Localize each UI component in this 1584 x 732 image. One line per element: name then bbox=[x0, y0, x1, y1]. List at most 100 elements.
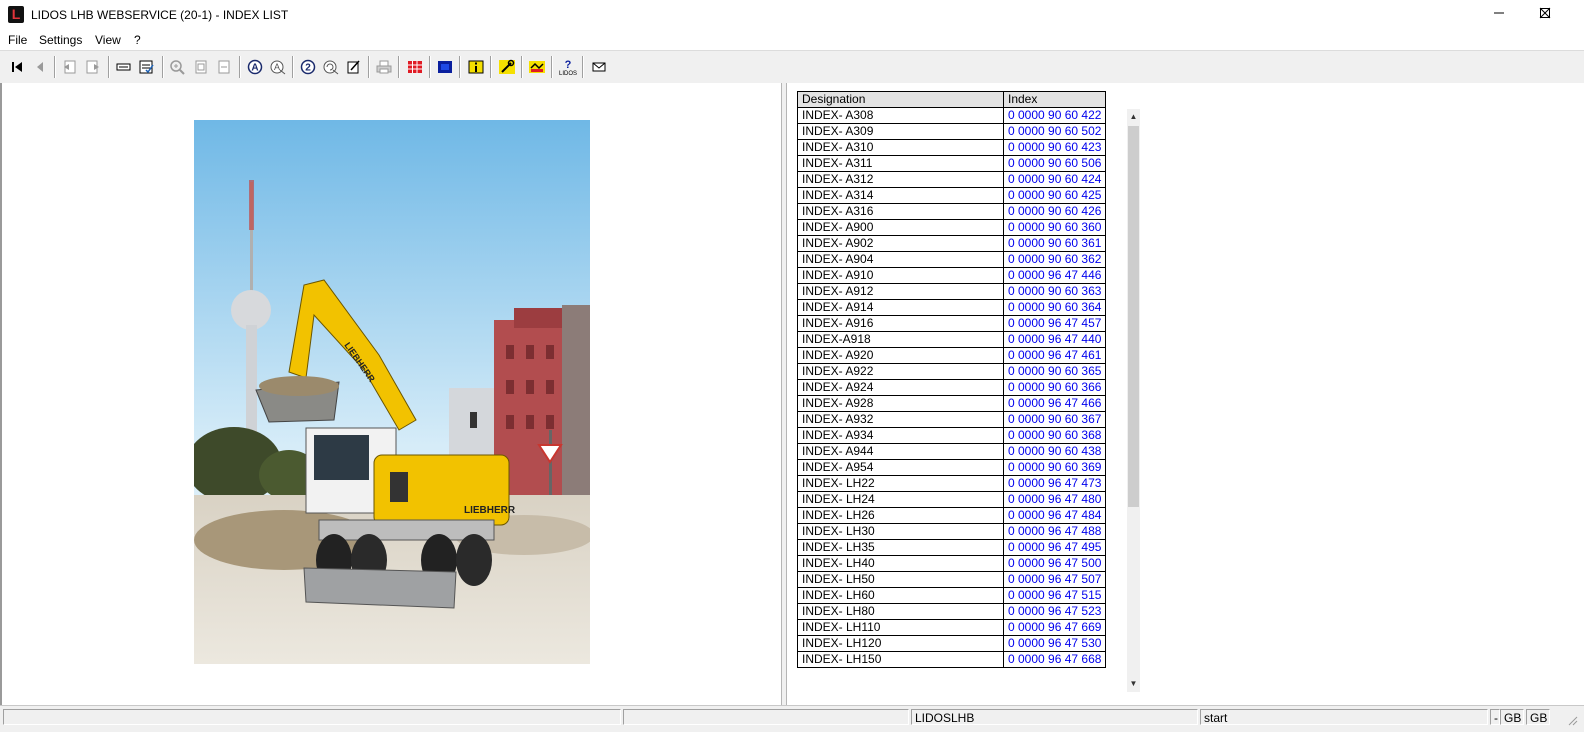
index-link[interactable]: 0 0000 96 47 523 bbox=[1002, 603, 1107, 620]
table-row[interactable]: INDEX- LH40 0 0000 96 47 500 bbox=[797, 555, 1107, 572]
index-link[interactable]: 0 0000 90 60 362 bbox=[1002, 251, 1107, 268]
index-link[interactable]: 0 0000 96 47 500 bbox=[1002, 555, 1107, 572]
index-link[interactable]: 0 0000 90 60 365 bbox=[1002, 363, 1107, 380]
index-link[interactable]: 0 0000 96 47 668 bbox=[1002, 651, 1107, 668]
annotation-off-button[interactable]: A bbox=[267, 56, 289, 78]
index-column-header[interactable]: Index bbox=[1002, 91, 1107, 108]
index-link[interactable]: 0 0000 96 47 495 bbox=[1002, 539, 1107, 556]
table-row[interactable]: INDEX- A912 0 0000 90 60 363 bbox=[797, 283, 1107, 300]
checklist-button[interactable] bbox=[136, 56, 158, 78]
index-link[interactable]: 0 0000 90 60 368 bbox=[1002, 427, 1107, 444]
annotation-button[interactable]: A bbox=[244, 56, 266, 78]
search-refresh-button[interactable] bbox=[320, 56, 342, 78]
table-row[interactable]: INDEX- LH60 0 0000 96 47 515 bbox=[797, 587, 1107, 604]
table-row[interactable]: INDEX- LH150 0 0000 96 47 668 bbox=[797, 651, 1107, 668]
page-width-button[interactable] bbox=[213, 56, 235, 78]
table-row[interactable]: INDEX- LH80 0 0000 96 47 523 bbox=[797, 603, 1107, 620]
index-link[interactable]: 0 0000 90 60 361 bbox=[1002, 235, 1107, 252]
edit-button[interactable] bbox=[343, 56, 365, 78]
previous-page-button[interactable] bbox=[29, 56, 51, 78]
table-row[interactable]: INDEX- LH110 0 0000 96 47 669 bbox=[797, 619, 1107, 636]
resize-grip-icon[interactable] bbox=[1566, 714, 1578, 726]
table-row[interactable]: INDEX- LH24 0 0000 96 47 480 bbox=[797, 491, 1107, 508]
table-row[interactable]: INDEX- A910 0 0000 96 47 446 bbox=[797, 267, 1107, 284]
table-row[interactable]: INDEX- LH22 0 0000 96 47 473 bbox=[797, 475, 1107, 492]
close-button[interactable] bbox=[1522, 0, 1568, 30]
index-link[interactable]: 0 0000 96 47 457 bbox=[1002, 315, 1107, 332]
index-link[interactable]: 0 0000 96 47 515 bbox=[1002, 587, 1107, 604]
table-row[interactable]: INDEX-A918 0 0000 96 47 440 bbox=[797, 331, 1107, 348]
table-row[interactable]: INDEX- LH120 0 0000 96 47 530 bbox=[797, 635, 1107, 652]
table-row[interactable]: INDEX- A308 0 0000 90 60 422 bbox=[797, 107, 1107, 124]
zoom-in-button[interactable] bbox=[167, 56, 189, 78]
search-number-button[interactable]: 2 bbox=[297, 56, 319, 78]
index-link[interactable]: 0 0000 90 60 424 bbox=[1002, 171, 1107, 188]
table-row[interactable]: INDEX- LH50 0 0000 96 47 507 bbox=[797, 571, 1107, 588]
index-link[interactable]: 0 0000 96 47 473 bbox=[1002, 475, 1107, 492]
index-link[interactable]: 0 0000 96 47 480 bbox=[1002, 491, 1107, 508]
designation-column-header[interactable]: Designation bbox=[797, 91, 1004, 108]
table-row[interactable]: INDEX- A904 0 0000 90 60 362 bbox=[797, 251, 1107, 268]
table-row[interactable]: INDEX- LH26 0 0000 96 47 484 bbox=[797, 507, 1107, 524]
table-row[interactable]: INDEX- A924 0 0000 90 60 366 bbox=[797, 379, 1107, 396]
index-link[interactable]: 0 0000 96 47 440 bbox=[1002, 331, 1107, 348]
table-row[interactable]: INDEX- A934 0 0000 90 60 368 bbox=[797, 427, 1107, 444]
table-row[interactable]: INDEX- A916 0 0000 96 47 457 bbox=[797, 315, 1107, 332]
menu-view[interactable]: View bbox=[95, 33, 121, 47]
table-row[interactable]: INDEX- LH35 0 0000 96 47 495 bbox=[797, 539, 1107, 556]
table-row[interactable]: INDEX- A314 0 0000 90 60 425 bbox=[797, 187, 1107, 204]
index-link[interactable]: 0 0000 90 60 360 bbox=[1002, 219, 1107, 236]
table-row[interactable]: INDEX- A900 0 0000 90 60 360 bbox=[797, 219, 1107, 236]
scroll-up-arrow-icon[interactable]: ▲ bbox=[1127, 109, 1140, 125]
index-link[interactable]: 0 0000 96 47 466 bbox=[1002, 395, 1107, 412]
parts-list-button[interactable] bbox=[113, 56, 135, 78]
index-link[interactable]: 0 0000 96 47 461 bbox=[1002, 347, 1107, 364]
mail-button[interactable] bbox=[588, 56, 610, 78]
index-link[interactable]: 0 0000 96 47 484 bbox=[1002, 507, 1107, 524]
table-row[interactable]: INDEX- A309 0 0000 90 60 502 bbox=[797, 123, 1107, 140]
index-link[interactable]: 0 0000 96 47 446 bbox=[1002, 267, 1107, 284]
table-row[interactable]: INDEX- A312 0 0000 90 60 424 bbox=[797, 171, 1107, 188]
print-button[interactable] bbox=[373, 56, 395, 78]
tools-button[interactable] bbox=[496, 56, 518, 78]
table-row[interactable]: INDEX- A944 0 0000 90 60 438 bbox=[797, 443, 1107, 460]
table-row[interactable]: INDEX- A316 0 0000 90 60 426 bbox=[797, 203, 1107, 220]
table-row[interactable]: INDEX- A902 0 0000 90 60 361 bbox=[797, 235, 1107, 252]
index-link[interactable]: 0 0000 90 60 367 bbox=[1002, 411, 1107, 428]
forward-document-button[interactable] bbox=[82, 56, 104, 78]
index-link[interactable]: 0 0000 90 60 364 bbox=[1002, 299, 1107, 316]
index-link[interactable]: 0 0000 96 47 488 bbox=[1002, 523, 1107, 540]
index-link[interactable]: 0 0000 90 60 438 bbox=[1002, 443, 1107, 460]
scroll-down-arrow-icon[interactable]: ▼ bbox=[1127, 676, 1140, 692]
index-link[interactable]: 0 0000 96 47 530 bbox=[1002, 635, 1107, 652]
page-fit-button[interactable] bbox=[190, 56, 212, 78]
index-link[interactable]: 0 0000 90 60 363 bbox=[1002, 283, 1107, 300]
blue-square-button[interactable] bbox=[434, 56, 456, 78]
table-row[interactable]: INDEX- A914 0 0000 90 60 364 bbox=[797, 299, 1107, 316]
table-row[interactable]: INDEX- A922 0 0000 90 60 365 bbox=[797, 363, 1107, 380]
index-link[interactable]: 0 0000 90 60 426 bbox=[1002, 203, 1107, 220]
table-row[interactable]: INDEX- A928 0 0000 96 47 466 bbox=[797, 395, 1107, 412]
index-link[interactable]: 0 0000 90 60 506 bbox=[1002, 155, 1107, 172]
scrollbar-thumb[interactable] bbox=[1128, 126, 1139, 507]
table-scrollbar[interactable]: ▲ ▼ bbox=[1127, 109, 1140, 692]
minimize-button[interactable] bbox=[1476, 0, 1522, 30]
info-button[interactable] bbox=[465, 56, 487, 78]
handshake-button[interactable] bbox=[526, 56, 548, 78]
table-row[interactable]: INDEX- A920 0 0000 96 47 461 bbox=[797, 347, 1107, 364]
back-document-button[interactable] bbox=[59, 56, 81, 78]
index-link[interactable]: 0 0000 90 60 423 bbox=[1002, 139, 1107, 156]
index-link[interactable]: 0 0000 96 47 669 bbox=[1002, 619, 1107, 636]
menu-help[interactable]: ? bbox=[134, 33, 141, 47]
table-row[interactable]: INDEX- A954 0 0000 90 60 369 bbox=[797, 459, 1107, 476]
index-link[interactable]: 0 0000 90 60 502 bbox=[1002, 123, 1107, 140]
index-link[interactable]: 0 0000 90 60 366 bbox=[1002, 379, 1107, 396]
index-link[interactable]: 0 0000 96 47 507 bbox=[1002, 571, 1107, 588]
menu-file[interactable]: File bbox=[8, 33, 27, 47]
table-row[interactable]: INDEX- A932 0 0000 90 60 367 bbox=[797, 411, 1107, 428]
first-page-button[interactable] bbox=[6, 56, 28, 78]
index-link[interactable]: 0 0000 90 60 369 bbox=[1002, 459, 1107, 476]
table-row[interactable]: INDEX- A310 0 0000 90 60 423 bbox=[797, 139, 1107, 156]
menu-settings[interactable]: Settings bbox=[39, 33, 82, 47]
index-link[interactable]: 0 0000 90 60 425 bbox=[1002, 187, 1107, 204]
